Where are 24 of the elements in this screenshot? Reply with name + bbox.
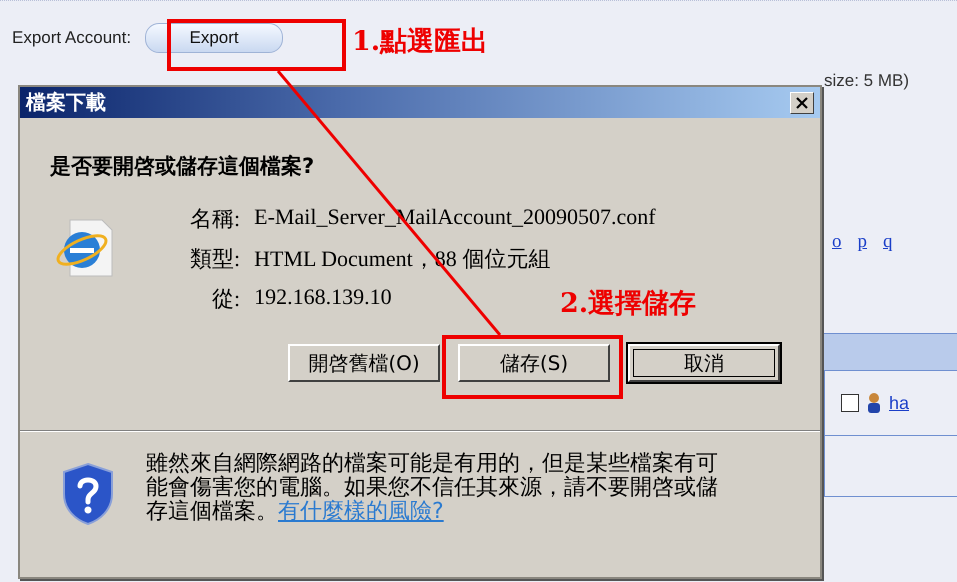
- detail-value: 192.168.139.10: [254, 284, 392, 311]
- row-checkbox[interactable]: [841, 394, 859, 412]
- detail-label: 類型:: [190, 245, 240, 273]
- user-icon: [867, 392, 881, 414]
- close-icon: [795, 96, 809, 110]
- dialog-button[interactable]: 開啓舊檔(O): [288, 344, 440, 382]
- letter-link[interactable]: p: [858, 231, 867, 253]
- letter-link[interactable]: q: [883, 231, 892, 253]
- annotation-label: 1.點選匯出: [352, 25, 488, 59]
- letter-link[interactable]: o: [832, 231, 842, 253]
- shield-question-icon: [60, 462, 116, 526]
- export-button[interactable]: Export: [145, 23, 284, 53]
- dialog-title: 檔案下載: [26, 89, 106, 116]
- dialog-button[interactable]: 取消: [628, 344, 780, 382]
- dialog-question: 是否要開啓或儲存這個檔案?: [50, 153, 316, 180]
- export-account-label: Export Account:: [12, 28, 132, 48]
- user-link[interactable]: ha: [889, 392, 910, 414]
- close-button[interactable]: [790, 92, 814, 114]
- annotation-label: 2.選擇儲存: [560, 287, 696, 321]
- detail-label: 名稱:: [190, 205, 240, 233]
- security-warning-text: 雖然來自網際網路的檔案可能是有用的，但是某些檔案有可能會傷害您的電腦。如果您不信任其來源，請不要開啓或儲存這個檔案。有什麼樣的風險?: [146, 452, 719, 526]
- upload-size-note: size: 5 MB): [824, 71, 910, 91]
- dialog-button[interactable]: 儲存(S): [458, 344, 610, 382]
- detail-label: 從:: [212, 285, 240, 313]
